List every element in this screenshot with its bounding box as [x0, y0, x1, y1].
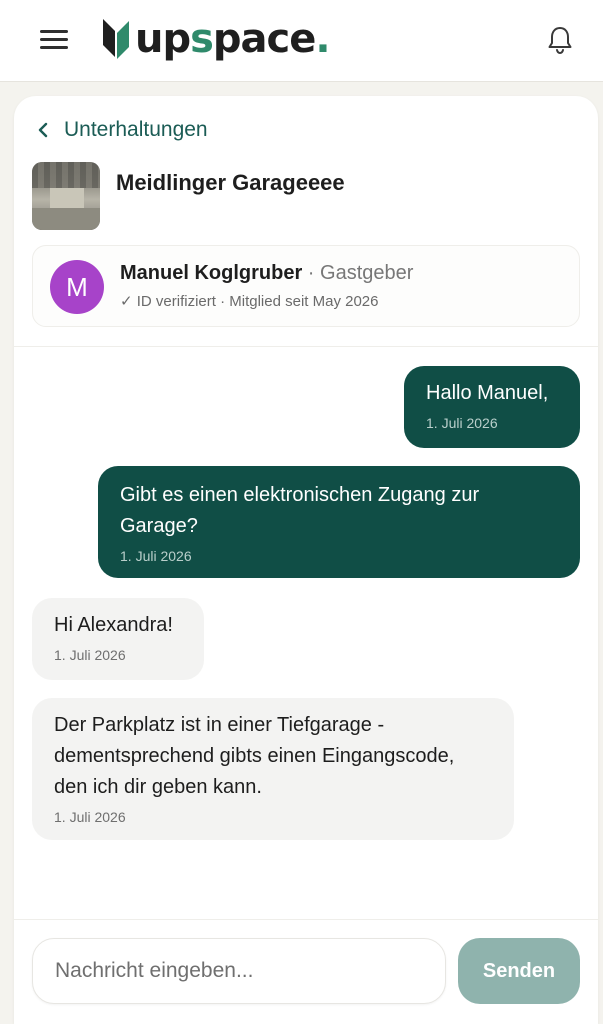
host-name: Manuel Koglgruber: [120, 262, 303, 284]
message-bubble-incoming: Der Parkplatz ist in einer Tiefgarage - …: [32, 698, 514, 840]
host-card: M Manuel Koglgruber · Gastgeber ✓ ID ver…: [32, 245, 580, 327]
message-timestamp: 1. Juli 2026: [120, 548, 192, 564]
message-text: Gibt es einen elektronischen Zugang zur …: [120, 484, 480, 537]
message-timestamp: 1. Juli 2026: [426, 415, 498, 431]
app-header: upspace.: [0, 0, 603, 82]
logo-mark-icon: [103, 19, 129, 59]
host-verification-meta: ✓ ID verifiziert · Mitglied seit May 202…: [120, 293, 379, 310]
message-input[interactable]: [32, 938, 446, 1004]
message-timestamp: 1. Juli 2026: [54, 647, 126, 663]
upspace-logo[interactable]: upspace.: [101, 14, 331, 64]
listing-thumbnail[interactable]: [32, 162, 100, 230]
hamburger-menu-icon[interactable]: [40, 28, 70, 52]
host-avatar: M: [50, 260, 104, 314]
divider: [14, 919, 598, 920]
message-timestamp: 1. Juli 2026: [54, 809, 126, 825]
back-to-conversations-link[interactable]: Unterhaltungen: [36, 116, 208, 144]
brand-name: upspace.: [135, 16, 331, 62]
conversation-panel: Unterhaltungen Meidlinger Garageeee M Ma…: [14, 96, 598, 1024]
host-role: Gastgeber: [320, 262, 414, 284]
message-text: Hallo Manuel,: [426, 382, 549, 404]
listing-summary[interactable]: Meidlinger Garageeee: [32, 162, 345, 230]
divider: [14, 346, 598, 347]
message-bubble-incoming: Hi Alexandra! 1. Juli 2026: [32, 598, 204, 680]
message-bubble-outgoing: Gibt es einen elektronischen Zugang zur …: [98, 466, 580, 578]
bell-icon[interactable]: [545, 24, 575, 56]
chevron-left-icon: [38, 122, 48, 138]
message-bubble-outgoing: Hallo Manuel, 1. Juli 2026: [404, 366, 580, 448]
back-link-label: Unterhaltungen: [64, 118, 208, 141]
message-text: Hi Alexandra!: [54, 614, 173, 636]
listing-title: Meidlinger Garageeee: [116, 170, 345, 195]
host-role-separator: ·: [302, 262, 321, 284]
host-name-line: Manuel Koglgruber · Gastgeber: [120, 262, 413, 285]
send-button[interactable]: Senden: [458, 938, 580, 1004]
message-text: Der Parkplatz ist in einer Tiefgarage - …: [54, 714, 455, 798]
